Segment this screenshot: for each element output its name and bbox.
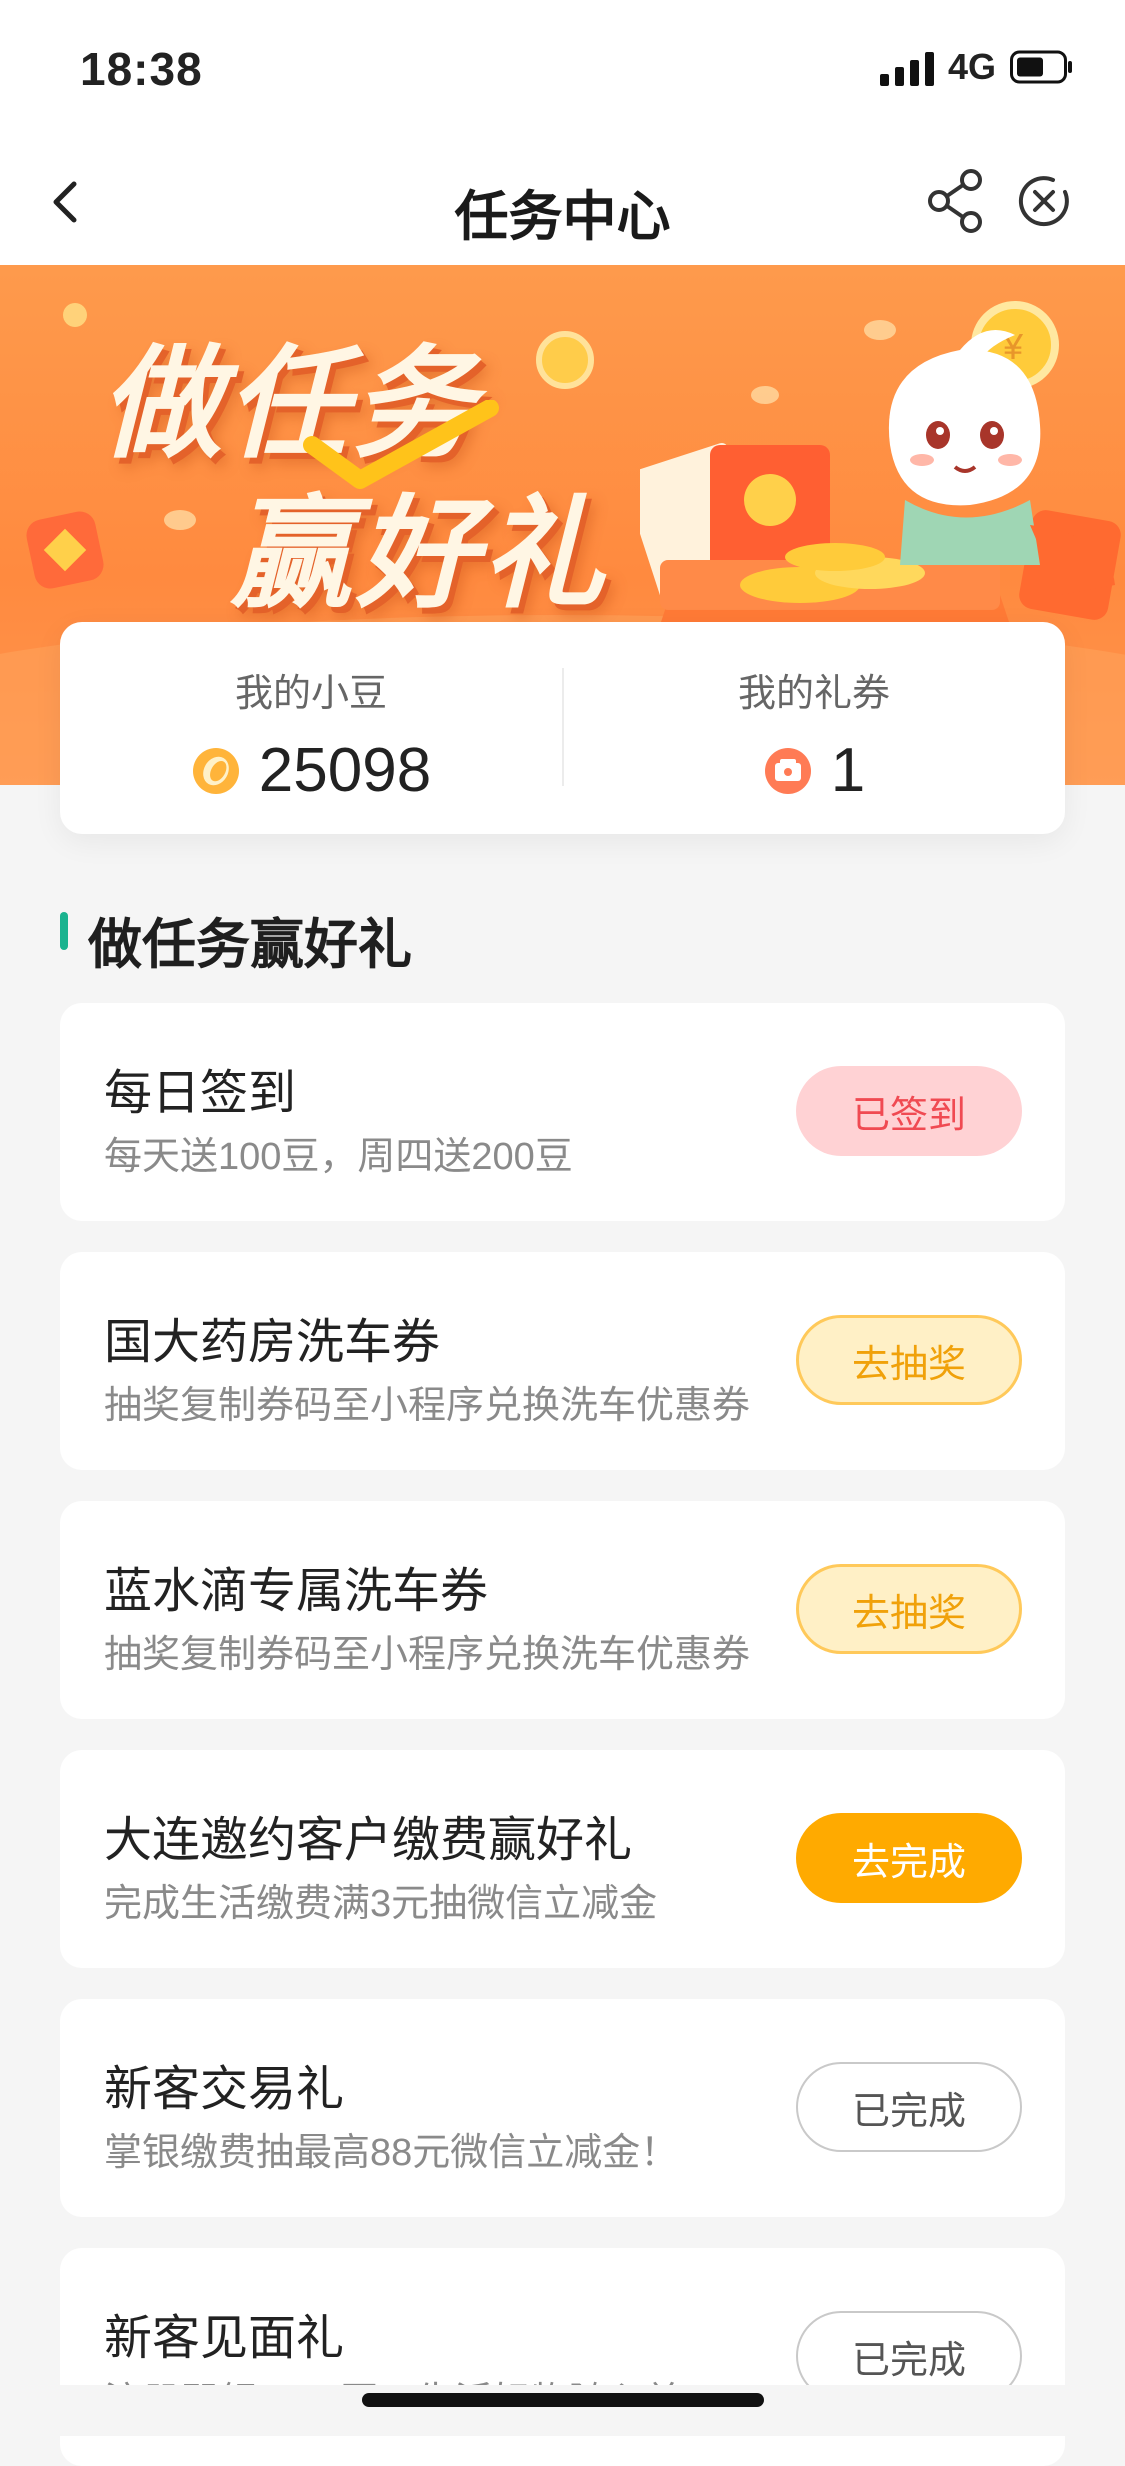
coupon-icon: [764, 747, 811, 794]
go-complete-button[interactable]: 去完成: [796, 1813, 1022, 1903]
draw-lottery-button[interactable]: 去抽奖: [796, 1564, 1022, 1654]
task-card-bluedrop-carwash: 蓝水滴专属洗车券 抽奖复制券码至小程序兑换洗车优惠券 去抽奖: [60, 1501, 1065, 1719]
mascot-giftbox-illustration: [640, 330, 1115, 655]
task-title: 国大药房洗车券: [104, 1316, 441, 1369]
battery-icon: [1010, 50, 1072, 84]
beans-summary[interactable]: 我的小豆 25098: [60, 662, 562, 806]
task-desc: 抽奖复制券码至小程序兑换洗车优惠券: [104, 1385, 751, 1427]
task-card-daily-checkin: 每日签到 每天送100豆，周四送200豆 已签到: [60, 1003, 1065, 1221]
signal-icon: [880, 52, 934, 86]
status-bar: 18:38 4G: [0, 0, 1125, 140]
status-time: 18:38: [80, 43, 203, 95]
task-desc: 每天送100豆，周四送200豆: [104, 1136, 573, 1178]
coupons-summary[interactable]: 我的礼券 1: [563, 662, 1065, 806]
close-miniprogram-icon[interactable]: [1015, 172, 1073, 230]
task-title: 大连邀约客户缴费赢好礼: [104, 1814, 633, 1867]
nav-bar: 任务中心: [0, 140, 1125, 265]
task-card-pharmacy-carwash: 国大药房洗车券 抽奖复制券码至小程序兑换洗车优惠券 去抽奖: [60, 1252, 1065, 1470]
banner-headline: 做任务 赢好礼: [100, 305, 620, 622]
beans-value: 25098: [258, 736, 432, 805]
task-title: 新客交易礼: [104, 2063, 345, 2116]
task-title: 每日签到: [104, 1067, 297, 1120]
task-desc: 完成生活缴费满3元抽微信立减金: [104, 1883, 658, 1925]
section-title: 做任务赢好礼: [88, 915, 412, 975]
task-card-invite-payment: 大连邀约客户缴费赢好礼 完成生活缴费满3元抽微信立减金 去完成: [60, 1750, 1065, 1968]
coupons-value: 1: [830, 736, 866, 805]
network-type: 4G: [948, 46, 997, 87]
task-desc: 掌银缴费抽最高88元微信立减金！: [104, 2132, 679, 2174]
task-card-new-customer-trade: 新客交易礼 掌银缴费抽最高88元微信立减金！ 已完成: [60, 1999, 1065, 2217]
task-title: 新客见面礼: [104, 2312, 345, 2365]
beans-label: 我的小豆: [234, 673, 387, 715]
completed-button[interactable]: 已完成: [796, 2062, 1022, 2152]
task-title: 蓝水滴专属洗车券: [104, 1565, 489, 1618]
draw-lottery-button[interactable]: 去抽奖: [796, 1315, 1022, 1405]
banner-line2: 赢好礼: [230, 486, 608, 622]
checked-in-button[interactable]: 已签到: [796, 1066, 1022, 1156]
assets-summary-card: 我的小豆 25098 我的礼券 1: [60, 622, 1065, 834]
task-desc: 抽奖复制券码至小程序兑换洗车优惠券: [104, 1634, 751, 1676]
coupons-label: 我的礼券: [737, 673, 890, 715]
bean-coin-icon: [192, 747, 239, 794]
home-indicator[interactable]: [362, 2393, 764, 2407]
section-accent-bar: [60, 912, 68, 950]
share-icon[interactable]: [925, 168, 987, 234]
